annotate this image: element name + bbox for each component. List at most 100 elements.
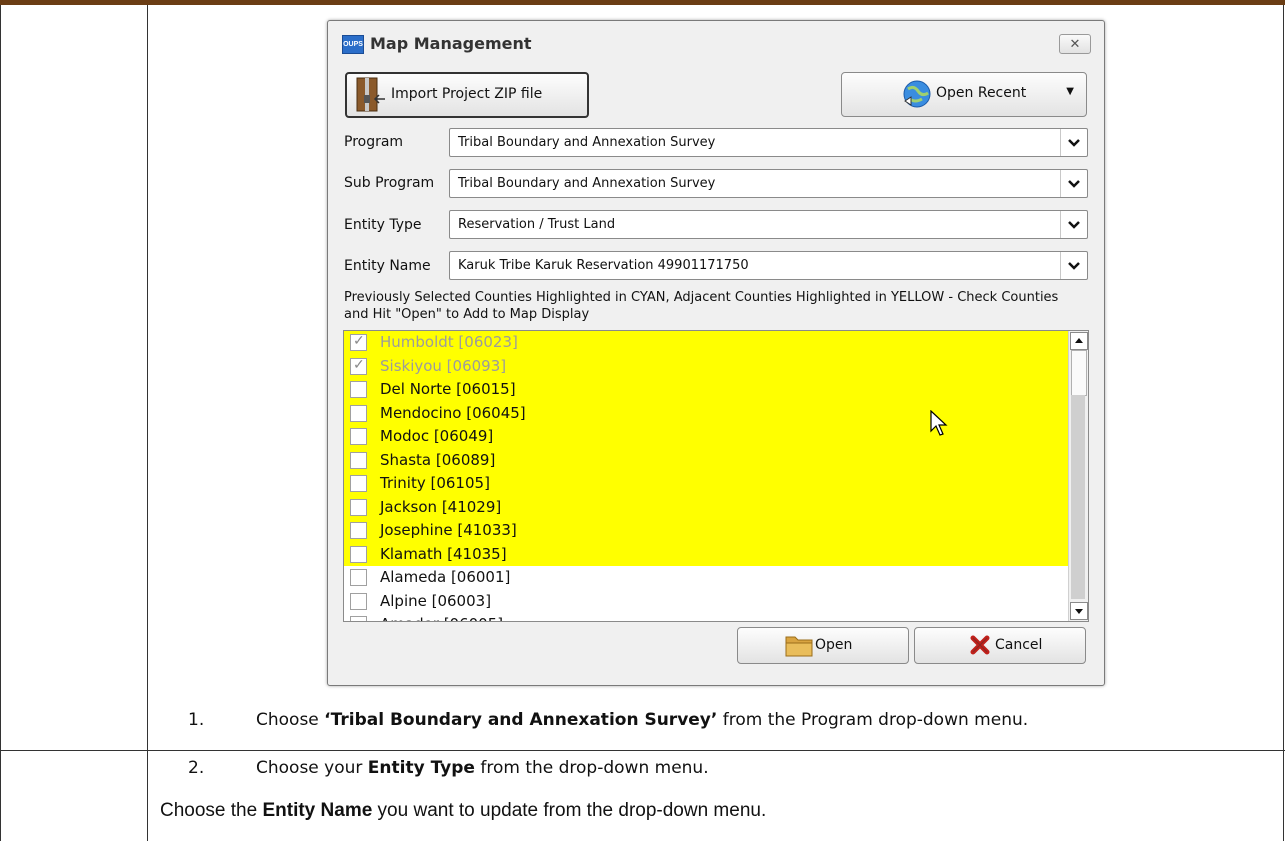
- county-label: Jackson [41029]: [380, 497, 502, 516]
- chevron-down-icon[interactable]: [1060, 129, 1087, 156]
- table-row-divider: [0, 750, 1285, 751]
- close-icon: ✕: [1069, 36, 1081, 51]
- county-label: Del Norte [06015]: [380, 380, 516, 398]
- vertical-scrollbar[interactable]: [1068, 331, 1088, 621]
- entity-name-value: Karuk Tribe Karuk Reservation 4990117175…: [458, 258, 749, 273]
- county-label: Mendocino [06045]: [380, 403, 526, 422]
- county-label: Humboldt [06023]: [380, 333, 518, 351]
- county-list-item[interactable]: Josephine [41033]: [344, 519, 1088, 543]
- open-recent-label: Open Recent: [936, 85, 1027, 101]
- county-list-item[interactable]: Alpine [06003]: [344, 590, 1088, 614]
- county-label: Klamath [41035]: [380, 544, 507, 563]
- county-checkbox[interactable]: [350, 522, 367, 539]
- county-list-item[interactable]: Trinity [06105]: [344, 472, 1088, 496]
- county-checkbox[interactable]: [350, 592, 367, 610]
- entity-type-value: Reservation / Trust Land: [458, 217, 616, 232]
- county-list-item[interactable]: Mendocino [06045]: [344, 401, 1088, 425]
- county-list-item[interactable]: Jackson [41029]: [344, 495, 1088, 519]
- instruction-step-2-text: Choose your Entity Type from the drop-do…: [200, 758, 709, 778]
- county-checkbox[interactable]: ✓: [350, 332, 367, 351]
- sub-program-label: Sub Program: [344, 175, 435, 191]
- county-label: Shasta [06089]: [380, 450, 496, 469]
- checkmark-icon: ✓: [353, 332, 365, 348]
- open-button[interactable]: Open: [737, 627, 909, 664]
- cancel-button[interactable]: Cancel: [914, 627, 1086, 664]
- line-3-post: you want to update from the drop-down me…: [372, 800, 767, 821]
- chevron-down-icon[interactable]: [1060, 211, 1087, 238]
- county-list-item[interactable]: Klamath [41035]: [344, 542, 1088, 566]
- sub-program-value: Tribal Boundary and Annexation Survey: [458, 176, 716, 191]
- instruction-step-1: 1. Choose ‘Tribal Boundary and Annexatio…: [188, 710, 1029, 730]
- scroll-down-button[interactable]: [1070, 602, 1088, 620]
- map-management-dialog: OUPS Map Management ✕ Import Project ZIP…: [327, 20, 1105, 686]
- table-right-border: [1283, 5, 1284, 841]
- entity-name-select[interactable]: Karuk Tribe Karuk Reservation 4990117175…: [449, 251, 1088, 280]
- table-left-border: [0, 5, 1, 841]
- entity-type-select[interactable]: Reservation / Trust Land: [449, 210, 1088, 239]
- open-label: Open: [815, 637, 853, 653]
- program-label: Program: [344, 134, 404, 150]
- county-checkbox[interactable]: [350, 498, 367, 516]
- chevron-down-icon[interactable]: ▼: [1066, 86, 1074, 97]
- step-1-post: from the Program drop-down menu.: [717, 710, 1029, 730]
- step-2-pre: Choose your: [256, 758, 368, 778]
- chevron-down-icon[interactable]: [1060, 252, 1087, 279]
- dialog-title: Map Management: [370, 34, 532, 53]
- checkmark-icon: ✓: [353, 355, 365, 372]
- entity-name-label: Entity Name: [344, 258, 431, 274]
- county-checkbox[interactable]: [350, 545, 367, 563]
- instruction-entity-name: Choose the Entity Name you want to updat…: [160, 800, 766, 822]
- county-checkbox[interactable]: [350, 475, 367, 492]
- county-list-item[interactable]: Alameda [06001]: [344, 566, 1088, 590]
- import-project-zip-button[interactable]: Import Project ZIP file: [345, 72, 589, 118]
- scroll-thumb[interactable]: [1071, 350, 1087, 396]
- open-recent-button[interactable]: Open Recent ▼: [841, 72, 1087, 117]
- county-label: Modoc [06049]: [380, 427, 494, 445]
- zip-file-icon: [356, 77, 385, 112]
- red-x-icon: [970, 635, 990, 655]
- county-label: Amador [06005]: [380, 615, 503, 621]
- globe-icon: [903, 80, 931, 108]
- county-list-item[interactable]: Del Norte [06015]: [344, 378, 1088, 402]
- county-checkbox[interactable]: [350, 616, 367, 621]
- program-value: Tribal Boundary and Annexation Survey: [458, 135, 716, 150]
- step-2-bold: Entity Type: [367, 758, 475, 778]
- step-1-number: 1.: [188, 710, 205, 730]
- county-list-item[interactable]: ✓ Humboldt [06023]: [344, 331, 1088, 355]
- scroll-track[interactable]: [1071, 395, 1085, 599]
- step-1-pre: Choose: [256, 710, 325, 730]
- county-checkbox[interactable]: [350, 381, 367, 398]
- chevron-down-icon[interactable]: [1060, 170, 1087, 197]
- county-label: Alpine [06003]: [380, 591, 492, 610]
- scroll-up-button[interactable]: [1070, 332, 1088, 350]
- close-button[interactable]: ✕: [1059, 34, 1091, 54]
- line-3-pre: Choose the: [160, 800, 263, 821]
- step-1-bold: ‘Tribal Boundary and Annexation Survey’: [324, 710, 718, 730]
- county-checkbox[interactable]: [350, 404, 367, 422]
- app-icon: OUPS: [342, 35, 364, 54]
- program-select[interactable]: Tribal Boundary and Annexation Survey: [449, 128, 1088, 157]
- county-list-item[interactable]: Amador [06005]: [344, 613, 1088, 621]
- table-column-divider: [147, 5, 148, 841]
- county-label: Alameda [06001]: [380, 568, 511, 586]
- county-list: ✓ Humboldt [06023] ✓ Siskiyou [06093] Del No…: [344, 331, 1088, 621]
- mouse-cursor-icon: [930, 410, 948, 436]
- step-2-post: from the drop-down menu.: [474, 758, 709, 778]
- line-3-bold: Entity Name: [262, 800, 373, 821]
- county-listbox[interactable]: ✓ Humboldt [06023] ✓ Siskiyou [06093] Del No…: [343, 330, 1089, 622]
- county-checkbox[interactable]: ✓: [350, 355, 367, 375]
- county-checkbox[interactable]: [350, 569, 367, 586]
- county-checkbox[interactable]: [350, 428, 367, 445]
- county-list-item[interactable]: Shasta [06089]: [344, 448, 1088, 472]
- county-label: Josephine [41033]: [380, 521, 517, 539]
- cancel-label: Cancel: [995, 637, 1043, 653]
- sub-program-select[interactable]: Tribal Boundary and Annexation Survey: [449, 169, 1088, 198]
- entity-type-label: Entity Type: [344, 217, 422, 233]
- county-list-item[interactable]: Modoc [06049]: [344, 425, 1088, 449]
- county-list-item[interactable]: ✓ Siskiyou [06093]: [344, 354, 1088, 378]
- counties-info-text: Previously Selected Counties Highlighted…: [344, 290, 1059, 322]
- county-checkbox[interactable]: [350, 451, 367, 469]
- import-label: Import Project ZIP file: [391, 86, 543, 102]
- dialog-titlebar[interactable]: OUPS Map Management ✕: [328, 21, 1104, 57]
- document-top-border: [0, 0, 1285, 5]
